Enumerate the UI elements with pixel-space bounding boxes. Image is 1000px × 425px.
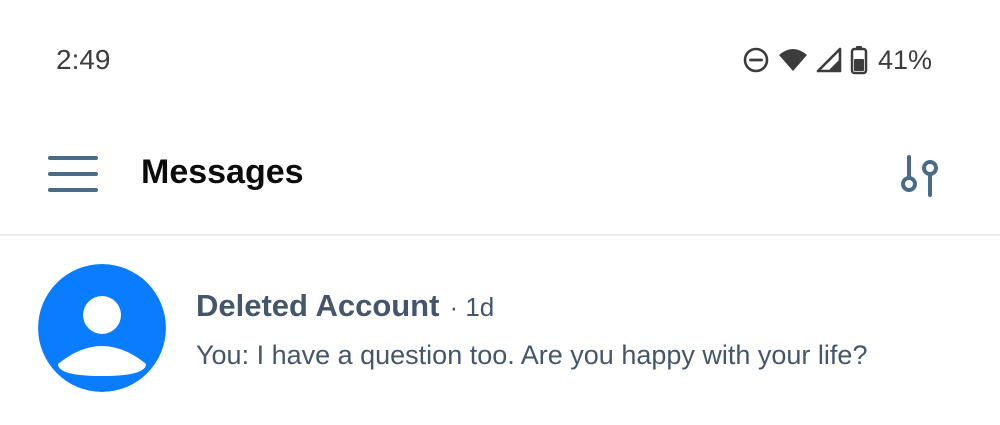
message-time: · 1d: [449, 292, 495, 322]
avatar[interactable]: [38, 264, 166, 392]
status-time: 2:49: [56, 44, 111, 75]
do-not-disturb-icon: [742, 46, 770, 74]
message-preview: You: I have a question too. Are you happ…: [196, 340, 868, 370]
cell-signal-icon: [816, 47, 842, 73]
filter-button[interactable]: [892, 148, 948, 204]
status-icons: 41%: [742, 42, 932, 78]
status-bar: 2:49 41%: [0, 0, 1000, 120]
page-title: Messages: [141, 153, 304, 191]
wifi-icon: [778, 47, 808, 73]
person-avatar-icon: [38, 264, 166, 392]
battery-icon: [850, 45, 868, 75]
hamburger-menu-icon: [48, 156, 98, 192]
message-list-item[interactable]: Deleted Account · 1d You: I have a quest…: [0, 236, 1000, 425]
messages-screen: 2:49 41% Messages Deleted Account · 1d Y…: [0, 0, 1000, 425]
sender-name: Deleted Account: [196, 288, 440, 323]
filter-sliders-icon: [901, 155, 938, 197]
app-header: Messages: [0, 120, 1000, 236]
message-header: Deleted Account · 1d: [196, 288, 494, 328]
battery-percent: 41%: [877, 45, 932, 75]
message-list: Deleted Account · 1d You: I have a quest…: [0, 236, 1000, 425]
menu-button[interactable]: [40, 144, 106, 204]
